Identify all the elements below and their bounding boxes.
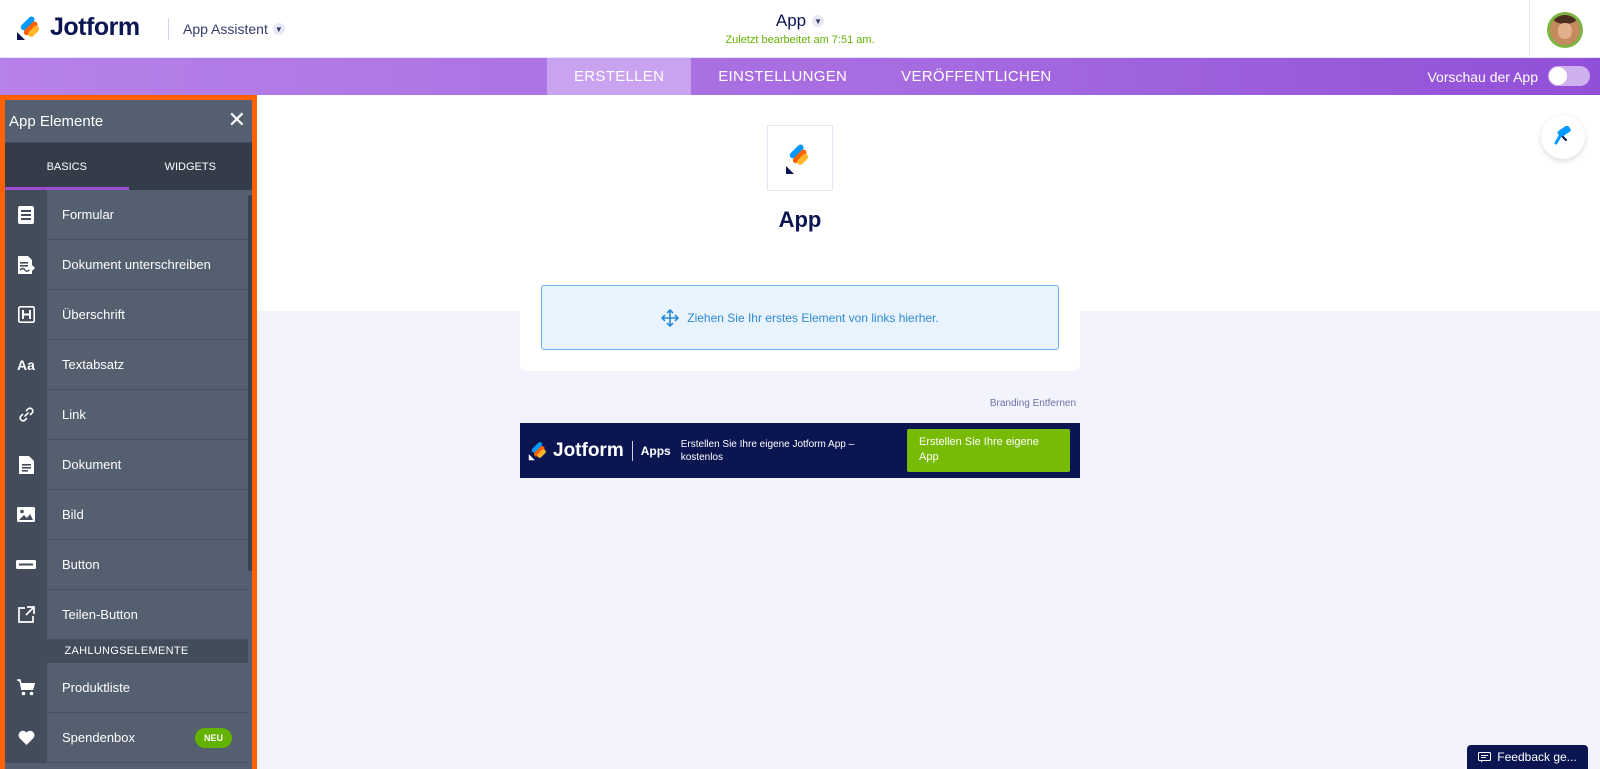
element-spendenbox[interactable]: Spendenbox NEU bbox=[5, 712, 248, 763]
cart-icon bbox=[5, 662, 47, 713]
element-label: Button bbox=[62, 557, 100, 572]
banner-description: Erstellen Sie Ihre eigene Jotform App – … bbox=[680, 438, 855, 463]
chevron-down-icon: ▼ bbox=[812, 15, 825, 27]
element-label: Dokument bbox=[62, 457, 122, 472]
element-label: Formular bbox=[62, 207, 115, 222]
element-textabsatz[interactable]: Aa Textabsatz bbox=[5, 339, 248, 390]
sign-document-icon bbox=[5, 239, 47, 290]
element-label: Teilen-Button bbox=[62, 607, 138, 622]
jotform-logo-icon bbox=[528, 441, 546, 460]
last-edited-status: Zuletzt bearbeitet am 7:51 am. bbox=[725, 34, 875, 46]
app-title-dropdown[interactable]: App ▼ bbox=[775, 11, 825, 31]
element-ueberschrift[interactable]: Überschrift bbox=[5, 289, 248, 340]
remove-branding-link[interactable]: Branding Entfernen bbox=[900, 398, 1076, 409]
builder-tabs: ERSTELLEN EINSTELLUNGEN VERÖFFENTLICHEN bbox=[547, 58, 1079, 95]
share-icon bbox=[5, 589, 47, 640]
element-dokument[interactable]: Dokument bbox=[5, 439, 248, 490]
element-label: Überschrift bbox=[62, 307, 125, 322]
drop-hint-text: Ziehen Sie Ihr erstes Element von links … bbox=[687, 310, 939, 325]
element-button[interactable]: Button bbox=[5, 539, 248, 590]
panel-tabs: BASICS WIDGETS bbox=[5, 143, 252, 190]
banner-divider bbox=[631, 440, 633, 461]
app-name-heading[interactable]: App bbox=[700, 207, 900, 233]
app-designer-button[interactable] bbox=[1541, 115, 1585, 159]
avatar[interactable] bbox=[1547, 12, 1583, 48]
banner-brand: Jotform bbox=[553, 439, 624, 461]
tab-basics[interactable]: BASICS bbox=[5, 143, 129, 190]
element-label: Textabsatz bbox=[62, 357, 125, 372]
element-label: Link bbox=[62, 407, 86, 422]
feedback-icon bbox=[1478, 751, 1492, 762]
element-label: Produktliste bbox=[62, 680, 130, 695]
feedback-label: Feedback ge... bbox=[1497, 750, 1577, 764]
app-icon[interactable] bbox=[767, 125, 833, 191]
banner-apps-label: Apps bbox=[640, 443, 671, 458]
element-bild[interactable]: Bild bbox=[5, 489, 248, 540]
builder-tab-bar: ERSTELLEN EINSTELLUNGEN VERÖFFENTLICHEN … bbox=[0, 58, 1600, 95]
document-icon bbox=[5, 439, 47, 490]
element-dokument-unterschreiben[interactable]: Dokument unterschreiben bbox=[5, 239, 248, 290]
preview-label: Vorschau der App bbox=[1427, 69, 1538, 85]
payment-section-header: ZAHLUNGSELEMENTE bbox=[5, 640, 248, 663]
jotform-apps-banner: Jotform Apps Erstellen Sie Ihre eigene J… bbox=[520, 423, 1080, 478]
paragraph-icon: Aa bbox=[5, 339, 47, 390]
panel-scrollbar[interactable] bbox=[248, 195, 252, 571]
tab-erstellen[interactable]: ERSTELLEN bbox=[547, 58, 692, 95]
element-teilen-button[interactable]: Teilen-Button bbox=[5, 589, 248, 640]
heading-icon bbox=[5, 289, 47, 340]
element-list: Formular Dokument unterschreiben Übersch… bbox=[5, 189, 248, 763]
tab-einstellungen[interactable]: EINSTELLUNGEN bbox=[691, 58, 874, 95]
jotform-logo-icon bbox=[786, 144, 809, 174]
preview-toggle[interactable] bbox=[1548, 66, 1590, 86]
avatar-divider bbox=[1529, 0, 1530, 58]
app-title: App bbox=[775, 11, 807, 30]
element-produktliste[interactable]: Produktliste bbox=[5, 662, 248, 713]
panel-header: App Elemente ✕ bbox=[5, 100, 252, 143]
close-icon[interactable]: ✕ bbox=[228, 109, 246, 131]
element-label: Bild bbox=[62, 507, 84, 522]
element-label: Spendenbox bbox=[62, 730, 136, 745]
feedback-button[interactable]: Feedback ge... bbox=[1467, 745, 1588, 769]
image-icon bbox=[5, 489, 47, 540]
element-drop-zone[interactable]: Ziehen Sie Ihr erstes Element von links … bbox=[541, 285, 1059, 350]
button-icon bbox=[5, 539, 47, 590]
tab-veroeffentlichen[interactable]: VERÖFFENTLICHEN bbox=[874, 58, 1078, 95]
banner-logo: Jotform bbox=[528, 440, 624, 462]
app-title-block: App ▼ Zuletzt bearbeitet am 7:51 am. bbox=[0, 11, 1600, 46]
app-elements-panel: App Elemente ✕ BASICS WIDGETS Formular D… bbox=[0, 95, 257, 769]
element-link[interactable]: Link bbox=[5, 389, 248, 440]
element-formular[interactable]: Formular bbox=[5, 189, 248, 240]
link-icon bbox=[5, 389, 47, 440]
toggle-knob bbox=[1549, 67, 1567, 85]
tab-widgets[interactable]: WIDGETS bbox=[129, 143, 253, 190]
new-badge: NEU bbox=[194, 727, 232, 748]
move-icon bbox=[661, 308, 680, 327]
top-header: Jotform App Assistent ▼ App ▼ Zuletzt be… bbox=[0, 0, 1600, 58]
create-app-button[interactable]: Erstellen Sie Ihre eigene App bbox=[907, 429, 1070, 472]
heart-icon bbox=[5, 712, 47, 763]
form-icon bbox=[5, 189, 47, 240]
element-label: Dokument unterschreiben bbox=[62, 257, 211, 272]
paint-roller-icon bbox=[1554, 126, 1571, 145]
avatar-image bbox=[1550, 15, 1580, 45]
panel-title: App Elemente bbox=[9, 113, 104, 130]
